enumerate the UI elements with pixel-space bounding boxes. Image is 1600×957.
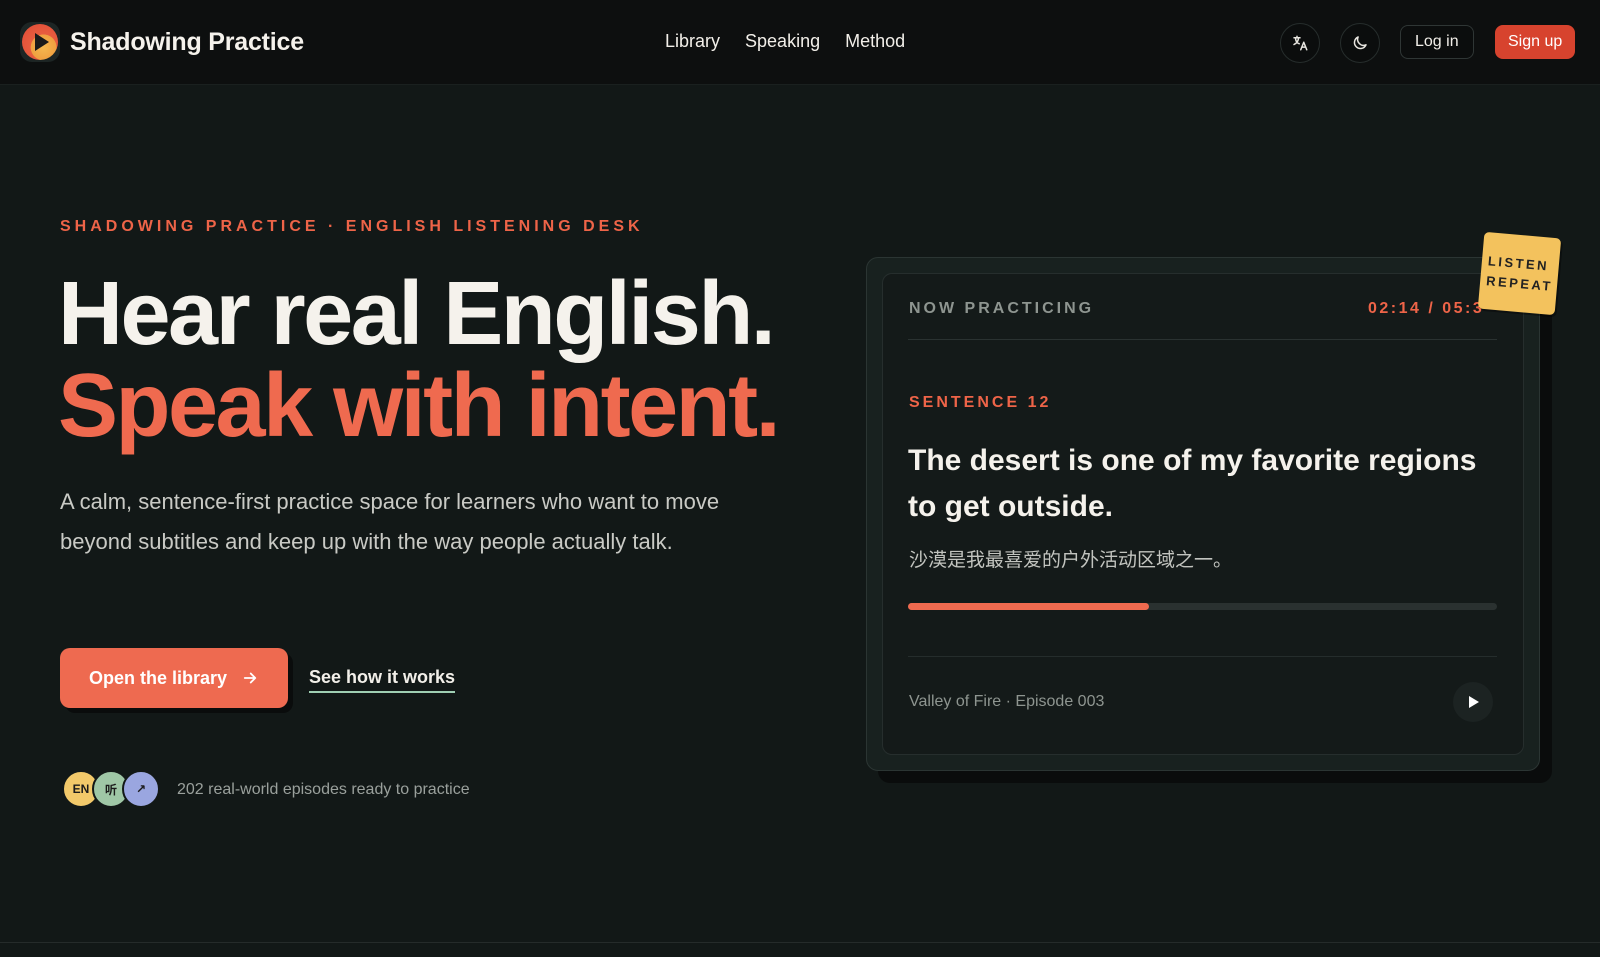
language-toggle-button[interactable] bbox=[1280, 23, 1320, 63]
see-how-it-works-link[interactable]: See how it works bbox=[309, 667, 456, 693]
play-button[interactable] bbox=[1453, 682, 1493, 722]
open-library-button[interactable]: Open the library bbox=[60, 648, 288, 708]
card-divider bbox=[908, 656, 1497, 657]
moon-icon bbox=[1353, 36, 1367, 50]
card-divider bbox=[908, 339, 1497, 340]
translate-icon bbox=[1293, 35, 1308, 51]
arrow-right-icon bbox=[243, 672, 257, 684]
episode-title: Valley of Fire · Episode 003 bbox=[909, 693, 1105, 710]
sentence-number: SENTENCE 12 bbox=[909, 394, 1052, 411]
episode-count-text: 202 real-world episodes ready to practic… bbox=[177, 781, 470, 798]
sentence-english: The desert is one of my favorite regions… bbox=[908, 444, 1477, 523]
top-navbar: Shadowing Practice Library Speaking Meth… bbox=[0, 0, 1600, 85]
sentence-translation: 沙漠是我最喜爱的户外活动区域之一。 bbox=[909, 549, 1233, 571]
theme-toggle-button[interactable] bbox=[1340, 23, 1380, 63]
brand-name: Shadowing Practice bbox=[70, 27, 304, 56]
login-button[interactable]: Log in bbox=[1400, 25, 1474, 59]
play-logo-icon bbox=[20, 22, 60, 62]
open-library-label: Open the library bbox=[88, 667, 228, 688]
main-nav: Library Speaking Method bbox=[665, 31, 905, 52]
play-icon bbox=[1469, 696, 1479, 708]
avatar-group: EN 听 ↗ bbox=[62, 770, 160, 808]
section-divider bbox=[0, 942, 1600, 943]
brand[interactable]: Shadowing Practice bbox=[20, 22, 304, 62]
hero-description: A calm, sentence-first practice space fo… bbox=[60, 489, 720, 554]
signup-button[interactable]: Sign up bbox=[1495, 25, 1576, 59]
listen-repeat-sticker: LISTEN REPEAT bbox=[1477, 231, 1562, 316]
hero-eyebrow: SHADOWING PRACTICE · ENGLISH LISTENING D… bbox=[60, 218, 644, 235]
timecode: 02:14 / 05:3 bbox=[1368, 300, 1485, 317]
nav-item-speaking[interactable]: Speaking bbox=[745, 31, 820, 52]
hero-headline: Hear real English. Speak with intent. bbox=[58, 264, 781, 456]
now-practicing-label: NOW PRACTICING bbox=[909, 300, 1095, 317]
playback-progress[interactable] bbox=[908, 603, 1497, 610]
nav-item-method[interactable]: Method bbox=[845, 31, 905, 52]
avatar-arrow: ↗ bbox=[122, 770, 160, 808]
nav-item-library[interactable]: Library bbox=[665, 31, 720, 52]
progress-fill bbox=[908, 603, 1150, 610]
headline-line-2: Speak with intent. bbox=[58, 356, 781, 456]
headline-line-1: Hear real English. bbox=[58, 264, 776, 364]
